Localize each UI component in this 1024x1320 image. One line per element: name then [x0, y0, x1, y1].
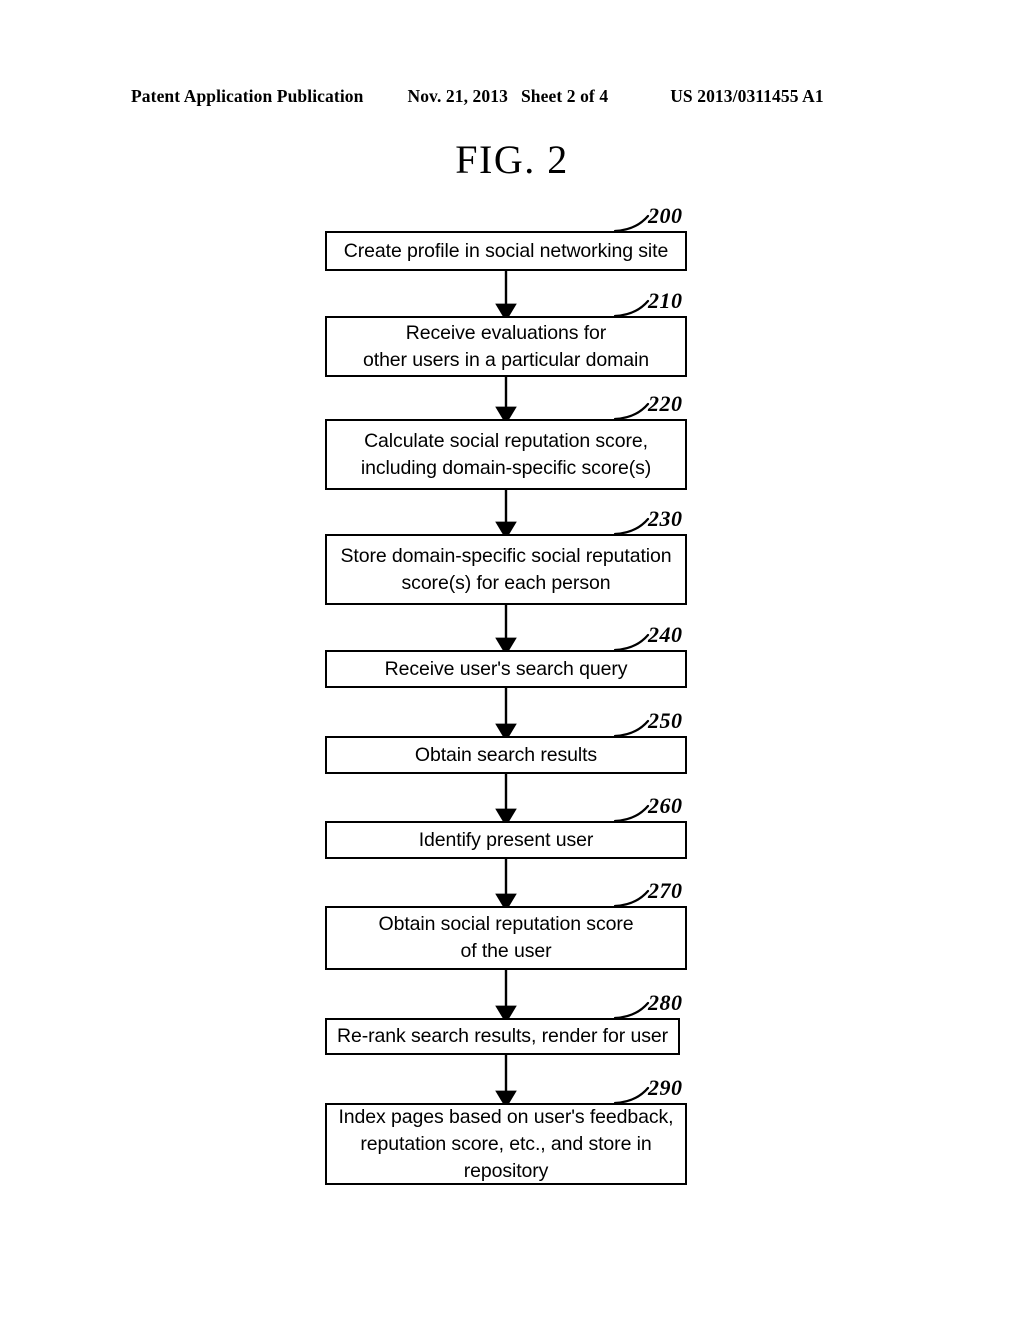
- ref-numeral-210: 210: [648, 288, 683, 313]
- flow-node-250[interactable]: Obtain search results: [325, 736, 687, 774]
- ref-numeral-220: 220: [648, 391, 683, 416]
- flow-node-280-line-1: Re-rank search results, render for user: [337, 1025, 668, 1047]
- flow-node-220-line-2: including domain-specific score(s): [360, 456, 652, 479]
- ref-numeral-290: 290: [648, 1075, 683, 1100]
- flow-node-290[interactable]: Index pages based on user's feedback, re…: [325, 1103, 687, 1185]
- flow-node-270-line-1: Obtain social reputation score: [378, 913, 634, 935]
- flow-node-270-line-2: of the user: [460, 940, 552, 962]
- flow-node-250-line-1: Obtain search results: [414, 743, 598, 766]
- flow-node-280[interactable]: Re-rank search results, render for user: [325, 1018, 680, 1055]
- ref-numeral-260: 260: [648, 793, 683, 818]
- flow-node-210-line-2: other users in a particular domain: [363, 348, 649, 371]
- flow-node-200[interactable]: Create profile in social networking site: [325, 231, 687, 271]
- flow-node-270[interactable]: Obtain social reputation score of the us…: [325, 906, 687, 970]
- flow-node-240[interactable]: Receive user's search query: [325, 650, 687, 688]
- ref-numeral-280: 280: [648, 990, 683, 1015]
- ref-numeral-230: 230: [648, 506, 683, 531]
- flow-node-200-line-1: Create profile in social networking site: [343, 239, 669, 262]
- ref-numeral-200: 200: [648, 203, 683, 228]
- ref-numeral-270: 270: [648, 878, 683, 903]
- flow-node-290-line-1: Index pages based on user's feedback,: [338, 1105, 674, 1128]
- flow-node-210[interactable]: Receive evaluations for other users in a…: [325, 316, 687, 377]
- flow-node-290-line-2: reputation score, etc., and store in: [360, 1132, 652, 1155]
- flow-node-220-line-1: Calculate social reputation score,: [364, 429, 648, 452]
- flow-node-230[interactable]: Store domain-specific social reputation …: [325, 534, 687, 605]
- flow-node-290-line-3: repository: [463, 1159, 549, 1182]
- flow-node-260[interactable]: Identify present user: [325, 821, 687, 859]
- flow-node-260-line-1: Identify present user: [418, 828, 594, 851]
- flow-node-230-line-1: Store domain-specific social reputation: [340, 544, 672, 567]
- flowchart: Create profile in social networking site…: [0, 0, 1024, 1320]
- ref-numeral-240: 240: [648, 622, 683, 647]
- flow-node-230-line-2: score(s) for each person: [401, 571, 611, 594]
- ref-numeral-250: 250: [648, 708, 683, 733]
- flow-node-220[interactable]: Calculate social reputation score, inclu…: [325, 419, 687, 490]
- flow-node-210-line-1: Receive evaluations for: [405, 321, 607, 344]
- flow-node-240-line-1: Receive user's search query: [384, 657, 628, 680]
